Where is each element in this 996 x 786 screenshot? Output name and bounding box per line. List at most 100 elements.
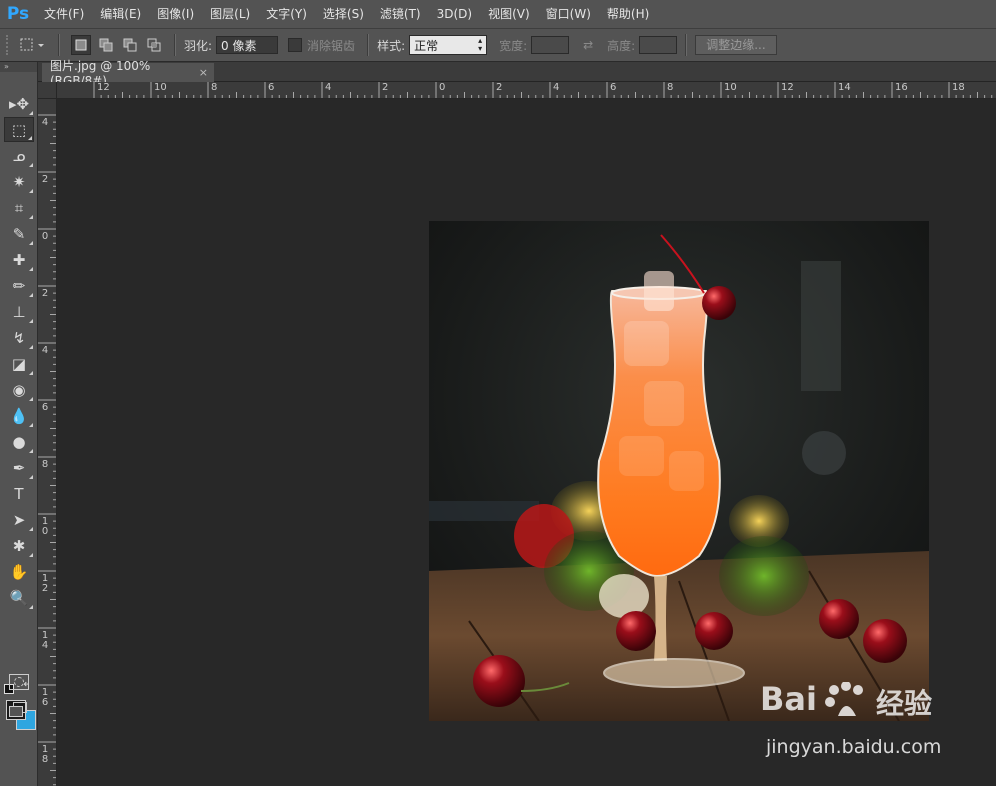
quick-mask-icon[interactable] xyxy=(9,674,29,690)
eyedropper-icon[interactable]: ✎ xyxy=(4,221,34,246)
document-image[interactable] xyxy=(429,221,929,721)
menu-type[interactable]: 文字(Y) xyxy=(258,0,315,28)
refine-edge-button[interactable]: 调整边缘... xyxy=(695,35,777,55)
dodge-icon[interactable]: ● xyxy=(4,429,34,454)
tool-flyout-indicator xyxy=(29,371,33,375)
move-tool-icon[interactable]: ▸✥ xyxy=(4,91,34,116)
ruler-tick-label: 2 xyxy=(41,174,49,185)
separator xyxy=(58,34,60,56)
ruler-tick-label: 0 xyxy=(41,231,49,242)
crop-icon[interactable]: ⌗ xyxy=(4,195,34,220)
ruler-tick-label: 6 xyxy=(41,402,49,413)
ruler-tick-label: 10 xyxy=(41,516,49,537)
menu-help[interactable]: 帮助(H) xyxy=(599,0,657,28)
feather-input[interactable]: 0 像素 xyxy=(216,36,279,54)
paint-bucket-icon[interactable]: ◉ xyxy=(4,377,34,402)
document-tab[interactable]: 图片.jpg @ 100%(RGB/8#) × xyxy=(42,59,214,88)
tool-flyout-indicator xyxy=(29,527,33,531)
screen-mode-icon[interactable] xyxy=(9,702,27,717)
tool-flyout-indicator xyxy=(29,319,33,323)
height-input[interactable] xyxy=(639,36,678,54)
menu-bar: Ps 文件(F) 编辑(E) 图像(I) 图层(L) 文字(Y) 选择(S) 滤… xyxy=(0,0,996,28)
horizontal-ruler[interactable]: 12 10 8 6 4 2 0 2 4 6 8 10 12 14 16 18 xyxy=(57,82,996,99)
tool-flyout-indicator xyxy=(29,111,33,115)
ruler-tick-label: 2 xyxy=(496,82,503,93)
ruler-tick-label: 16 xyxy=(895,82,908,93)
ruler-tick-label: 4 xyxy=(41,117,49,128)
menu-view[interactable]: 视图(V) xyxy=(480,0,538,28)
ruler-tick-label: 0 xyxy=(439,82,446,93)
history-brush-icon[interactable]: ↯ xyxy=(4,325,34,350)
rectangular-marquee-icon[interactable]: ⬚ xyxy=(4,117,34,142)
feather-label: 羽化: xyxy=(184,38,213,53)
menu-file[interactable]: 文件(F) xyxy=(36,0,92,28)
tool-flyout-indicator xyxy=(29,293,33,297)
brush-icon[interactable]: ✏ xyxy=(4,273,34,298)
add-to-selection-icon[interactable] xyxy=(97,36,115,54)
ruler-tick-label: 4 xyxy=(553,82,560,93)
chevron-updown-icon: ▴ ▾ xyxy=(478,36,483,53)
ruler-tick-label: 6 xyxy=(610,82,617,93)
ruler-tick-label: 18 xyxy=(41,744,49,765)
ruler-origin[interactable] xyxy=(38,82,57,99)
ruler-tick-label: 2 xyxy=(41,288,49,299)
intersect-selection-icon[interactable] xyxy=(145,36,163,54)
paw-logo-icon xyxy=(825,682,863,716)
lasso-icon[interactable]: ᓄ xyxy=(4,143,34,168)
tool-flyout-indicator xyxy=(29,475,33,479)
new-selection-icon[interactable] xyxy=(71,35,91,55)
ruler-tick-label: 18 xyxy=(952,82,965,93)
menu-layer[interactable]: 图层(L) xyxy=(202,0,258,28)
menu-3d[interactable]: 3D(D) xyxy=(429,0,480,28)
ruler-tick-label: 8 xyxy=(211,82,218,93)
healing-brush-icon[interactable]: ✚ xyxy=(4,247,34,272)
ruler-tick-label: 10 xyxy=(724,82,737,93)
custom-shape-icon[interactable]: ✱ xyxy=(4,533,34,558)
tools-panel-collapse[interactable]: » xyxy=(0,62,37,72)
eraser-icon[interactable]: ◪ xyxy=(4,351,34,376)
style-select-value: 正常 xyxy=(414,38,439,53)
ruler-tick-label: 16 xyxy=(41,687,49,708)
ruler-tick-label: 14 xyxy=(838,82,851,93)
swap-dimensions-icon[interactable]: ⇄ xyxy=(579,36,597,54)
ruler-tick-label: 10 xyxy=(154,82,167,93)
menu-select[interactable]: 选择(S) xyxy=(315,0,372,28)
height-label: 高度: xyxy=(607,38,636,53)
ruler-tick-label: 4 xyxy=(325,82,332,93)
vertical-ruler[interactable]: 4 2 0 2 4 6 8 10 12 14 16 18 xyxy=(38,99,57,786)
separator xyxy=(367,34,370,56)
zoom-icon[interactable]: 🔍 xyxy=(4,585,34,610)
magic-wand-icon[interactable]: ✷ xyxy=(4,169,34,194)
hand-icon[interactable]: ✋ xyxy=(4,559,34,584)
tool-flyout-indicator xyxy=(29,449,33,453)
menu-filter[interactable]: 滤镜(T) xyxy=(372,0,429,28)
tool-flyout-indicator xyxy=(29,189,33,193)
close-icon[interactable]: × xyxy=(199,66,208,79)
ruler-tick-label: 6 xyxy=(268,82,275,93)
marquee-preset-icon[interactable] xyxy=(17,36,47,54)
ruler-tick-label: 8 xyxy=(667,82,674,93)
width-input[interactable] xyxy=(531,36,570,54)
options-bar-grip[interactable] xyxy=(6,35,14,55)
menu-window[interactable]: 窗口(W) xyxy=(538,0,599,28)
blur-icon[interactable]: 💧 xyxy=(4,403,34,428)
photoshop-logo: Ps xyxy=(6,4,30,24)
separator xyxy=(174,34,176,56)
menu-edit[interactable]: 编辑(E) xyxy=(92,0,149,28)
watermark-brand-suffix: 经验 xyxy=(876,687,933,720)
tools-panel: » ▸✥ ⬚ ᓄ ✷ ⌗ ✎ ✚ ✏ ⊥ ↯ ◪ ◉ 💧 ● ✒ T ➤ ✱ ✋ 🔍 ↰ xyxy=(0,62,38,786)
ruler-tick-label: 12 xyxy=(41,573,49,594)
pen-icon[interactable]: ✒ xyxy=(4,455,34,480)
tool-flyout-indicator xyxy=(29,215,33,219)
watermark-brand: Bai xyxy=(760,680,817,718)
ruler-tick-label: 12 xyxy=(781,82,794,93)
type-icon[interactable]: T xyxy=(4,481,34,506)
menu-image[interactable]: 图像(I) xyxy=(149,0,202,28)
antialias-checkbox[interactable] xyxy=(288,38,303,52)
subtract-from-selection-icon[interactable] xyxy=(121,36,139,54)
style-select[interactable]: 正常 ▴ ▾ xyxy=(409,35,488,55)
style-label: 样式: xyxy=(377,38,406,53)
path-selection-icon[interactable]: ➤ xyxy=(4,507,34,532)
width-label: 宽度: xyxy=(499,38,528,53)
clone-stamp-icon[interactable]: ⊥ xyxy=(4,299,34,324)
